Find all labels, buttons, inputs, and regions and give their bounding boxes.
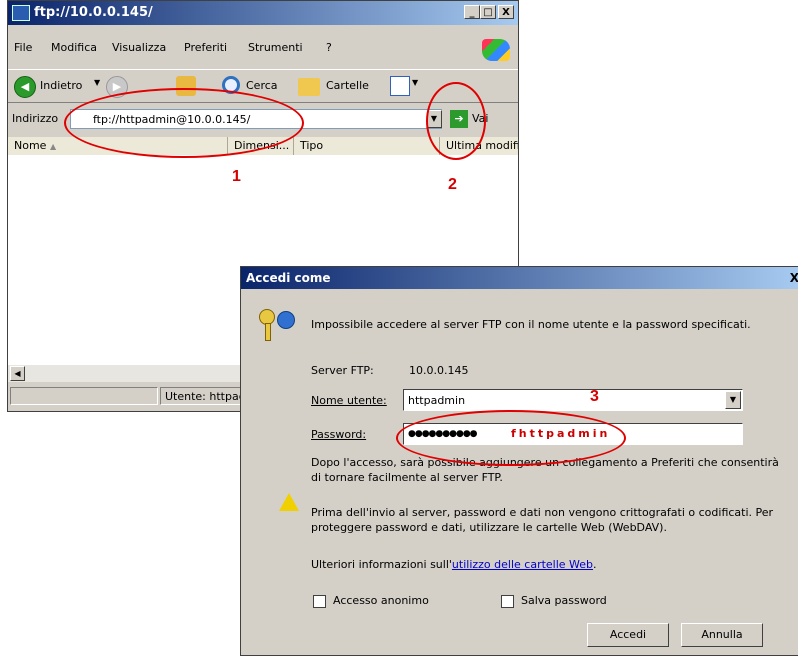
dialog-titlebar[interactable]: Accedi come X: [241, 267, 798, 289]
back-dropdown-icon[interactable]: ▼: [94, 78, 100, 87]
username-label: Nome utente:: [311, 393, 387, 408]
status-cell-empty: [10, 387, 158, 405]
menu-bar: File Modifica Visualizza Preferiti Strum…: [8, 37, 518, 57]
column-type[interactable]: Tipo: [294, 137, 440, 155]
menu-visualizza[interactable]: Visualizza: [112, 41, 166, 54]
maximize-button[interactable]: □: [480, 5, 496, 19]
save-password-checkbox[interactable]: [501, 595, 514, 608]
server-value: 10.0.0.145: [409, 364, 469, 377]
folders-icon[interactable]: [298, 78, 320, 96]
folders-button-label[interactable]: Cartelle: [326, 79, 369, 92]
close-button[interactable]: X: [498, 5, 514, 19]
password-label-text: Password:: [311, 428, 367, 441]
search-button-label[interactable]: Cerca: [246, 79, 278, 92]
cancel-button[interactable]: Annulla: [681, 623, 763, 647]
warning-line-2: proteggere password e dati, utilizzare l…: [311, 521, 667, 534]
server-label: Server FTP:: [311, 364, 374, 377]
more-info: Ulteriori informazioni sull'utilizzo del…: [311, 557, 597, 572]
warning-line-1: Prima dell'invio al server, password e d…: [311, 506, 774, 519]
window-title: ftp://10.0.0.145/: [34, 5, 153, 20]
error-message: Impossibile accedere al server FTP con i…: [311, 318, 751, 331]
minimize-button[interactable]: _: [464, 5, 480, 19]
column-name-label: Nome: [14, 139, 47, 152]
annotation-ring-2: [426, 82, 486, 160]
annotation-ring-3: [396, 410, 626, 466]
ftp-folder-icon: [12, 5, 30, 21]
webfolders-link[interactable]: utilizzo delle cartelle Web: [452, 558, 593, 571]
menu-strumenti[interactable]: Strumenti: [248, 41, 303, 54]
windows-logo-icon: [482, 39, 510, 61]
username-label-text: Nome utente:: [311, 394, 387, 407]
scroll-left-icon[interactable]: ◀: [10, 366, 25, 381]
annotation-number-1: 1: [232, 168, 241, 185]
info-line-2: di tornare facilmente al server FTP.: [311, 471, 503, 484]
dialog-close-button[interactable]: X: [790, 271, 798, 285]
anonymous-label[interactable]: Accesso anonimo: [333, 593, 429, 608]
login-button[interactable]: Accedi: [587, 623, 669, 647]
password-label: Password:: [311, 427, 366, 442]
back-arrow-icon[interactable]: ◀: [14, 76, 36, 98]
menu-help[interactable]: ?: [326, 41, 332, 54]
keys-globe-icon: [259, 309, 299, 341]
more-info-suffix: .: [593, 558, 597, 571]
menu-preferiti[interactable]: Preferiti: [184, 41, 227, 54]
views-dropdown-icon[interactable]: ▼: [412, 78, 418, 87]
annotation-ring-1: [64, 88, 304, 158]
explorer-titlebar[interactable]: ftp://10.0.0.145/ _ □ X: [8, 1, 518, 25]
views-icon[interactable]: [390, 76, 410, 96]
address-label: Indirizzo: [12, 112, 59, 125]
more-info-prefix: Ulteriori informazioni sull': [311, 558, 452, 571]
menu-modifica[interactable]: Modifica: [51, 41, 97, 54]
warning-icon: [279, 493, 299, 511]
save-password-label[interactable]: Salva password: [521, 593, 607, 608]
annotation-number-3: 3: [590, 388, 599, 405]
username-field[interactable]: httpadmin ▼: [403, 389, 743, 411]
sort-ascending-icon: ▲: [49, 142, 57, 151]
menu-file[interactable]: File: [14, 41, 32, 54]
back-button-label[interactable]: Indietro: [40, 79, 82, 92]
dialog-title: Accedi come: [246, 271, 331, 285]
username-value: httpadmin: [408, 394, 466, 407]
username-dropdown-icon[interactable]: ▼: [725, 391, 741, 409]
anonymous-checkbox[interactable]: [313, 595, 326, 608]
annotation-number-2: 2: [448, 176, 457, 193]
